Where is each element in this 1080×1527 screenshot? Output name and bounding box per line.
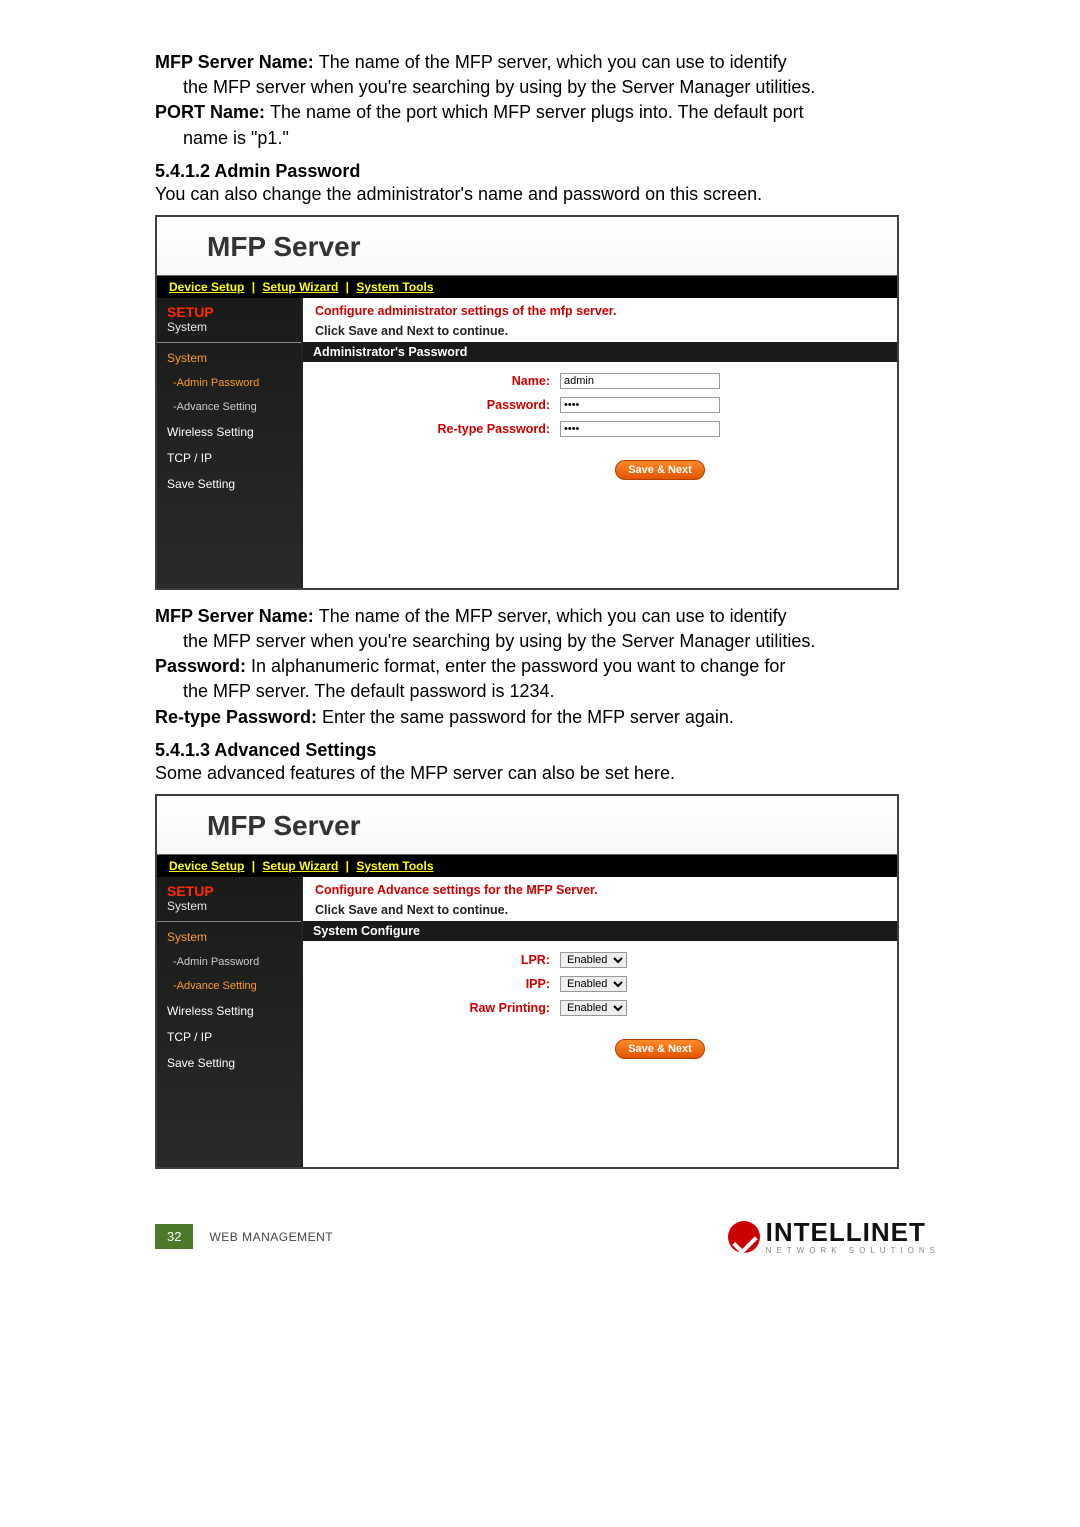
sidebar-item[interactable]: System [157,345,301,371]
nav-device-setup[interactable]: Device Setup [169,280,244,294]
screenshot-advanced-settings: MFP Server Device Setup | Setup Wizard |… [155,794,899,1169]
form-table: Name:Password:Re-type Password: [303,368,897,442]
sidebar-sub: System [157,320,301,340]
footer-section-label: WEB MANAGEMENT [209,1230,333,1244]
content-area: Configure Advance settings for the MFP S… [303,877,897,1167]
enable-select[interactable]: Enabled [560,1000,627,1016]
checkmark-icon [728,1221,760,1253]
save-next-button[interactable]: Save & Next [615,1039,705,1059]
nav-system-tools[interactable]: System Tools [356,280,433,294]
form-label: Raw Printing: [305,997,558,1019]
enable-select[interactable]: Enabled [560,976,627,992]
form-label: Re-type Password: [305,418,558,440]
ss-title: MFP Server [207,810,361,841]
nav-sep: | [252,280,255,294]
sidebar-item[interactable]: -Admin Password [157,950,301,974]
page-number-block: 32 WEB MANAGEMENT [155,1224,333,1249]
ss-header: MFP Server [157,217,897,275]
text: The name of the MFP server, which you ca… [319,52,787,72]
instruction-1: Configure administrator settings of the … [303,298,897,320]
term: MFP Server Name: [155,606,319,626]
section-intro: Some advanced features of the MFP server… [155,763,940,784]
sidebar-sub: System [157,899,301,919]
brand-name: INTELLINET [766,1219,940,1245]
sidebar-item[interactable]: System [157,924,301,950]
divider [157,342,301,343]
term: Re-type Password: [155,707,322,727]
password-input[interactable] [560,397,720,413]
instruction-1: Configure Advance settings for the MFP S… [303,877,897,899]
sidebar-item[interactable]: -Advance Setting [157,395,301,419]
paragraph: MFP Server Name: The name of the MFP ser… [155,50,940,151]
name-input[interactable] [560,373,720,389]
sidebar-item[interactable]: TCP / IP [157,445,301,471]
ss-header: MFP Server [157,796,897,854]
form-row: Raw Printing:Enabled [305,997,895,1019]
term: MFP Server Name: [155,52,319,72]
form-row: Name: [305,370,895,392]
section-intro: You can also change the administrator's … [155,184,940,205]
top-nav: Device Setup | Setup Wizard | System Too… [157,854,897,877]
nav-sep: | [252,859,255,873]
form-table: LPR:EnabledIPP:EnabledRaw Printing:Enabl… [303,947,897,1021]
text: the MFP server. The default password is … [155,679,940,704]
ss-title: MFP Server [207,231,361,262]
nav-setup-wizard[interactable]: Setup Wizard [262,859,338,873]
page-number: 32 [155,1224,193,1249]
term: Password: [155,656,251,676]
password-input[interactable] [560,421,720,437]
text: The name of the MFP server, which you ca… [319,606,787,626]
form-label: IPP: [305,973,558,995]
form-section-title: Administrator's Password [303,342,897,362]
form-label: Name: [305,370,558,392]
top-nav: Device Setup | Setup Wizard | System Too… [157,275,897,298]
sidebar-header: SETUP [157,298,301,320]
instruction-2: Click Save and Next to continue. [303,899,897,921]
form-label: LPR: [305,949,558,971]
sidebar-item[interactable]: Wireless Setting [157,998,301,1024]
sidebar-item[interactable]: -Advance Setting [157,974,301,998]
text: The name of the port which MFP server pl… [270,102,804,122]
divider [157,921,301,922]
instruction-2: Click Save and Next to continue. [303,320,897,342]
content-area: Configure administrator settings of the … [303,298,897,588]
save-next-button[interactable]: Save & Next [615,460,705,480]
text: name is "p1." [155,126,940,151]
paragraph: MFP Server Name: The name of the MFP ser… [155,604,940,730]
form-row: IPP:Enabled [305,973,895,995]
sidebar-item[interactable]: Save Setting [157,1050,301,1076]
term: PORT Name: [155,102,270,122]
section-heading: 5.4.1.2 Admin Password [155,161,940,182]
page-footer: 32 WEB MANAGEMENT INTELLINET NETWORK SOL… [155,1219,940,1255]
sidebar: SETUP System System-Admin Password-Advan… [157,298,303,588]
sidebar-item[interactable]: TCP / IP [157,1024,301,1050]
form-row: LPR:Enabled [305,949,895,971]
form-row: Re-type Password: [305,418,895,440]
text: the MFP server when you're searching by … [155,629,940,654]
section-heading: 5.4.1.3 Advanced Settings [155,740,940,761]
brand-logo: INTELLINET NETWORK SOLUTIONS [728,1219,940,1255]
screenshot-admin-password: MFP Server Device Setup | Setup Wizard |… [155,215,899,590]
nav-setup-wizard[interactable]: Setup Wizard [262,280,338,294]
sidebar-item[interactable]: Save Setting [157,471,301,497]
form-section-title: System Configure [303,921,897,941]
form-label: Password: [305,394,558,416]
text: Enter the same password for the MFP serv… [322,707,734,727]
sidebar-item[interactable]: -Admin Password [157,371,301,395]
text: In alphanumeric format, enter the passwo… [251,656,785,676]
sidebar: SETUP System System-Admin Password-Advan… [157,877,303,1167]
brand-subtitle: NETWORK SOLUTIONS [766,1247,940,1255]
sidebar-item[interactable]: Wireless Setting [157,419,301,445]
nav-sep: | [346,280,349,294]
enable-select[interactable]: Enabled [560,952,627,968]
nav-system-tools[interactable]: System Tools [356,859,433,873]
sidebar-header: SETUP [157,877,301,899]
form-row: Password: [305,394,895,416]
text: the MFP server when you're searching by … [155,75,940,100]
nav-sep: | [346,859,349,873]
nav-device-setup[interactable]: Device Setup [169,859,244,873]
